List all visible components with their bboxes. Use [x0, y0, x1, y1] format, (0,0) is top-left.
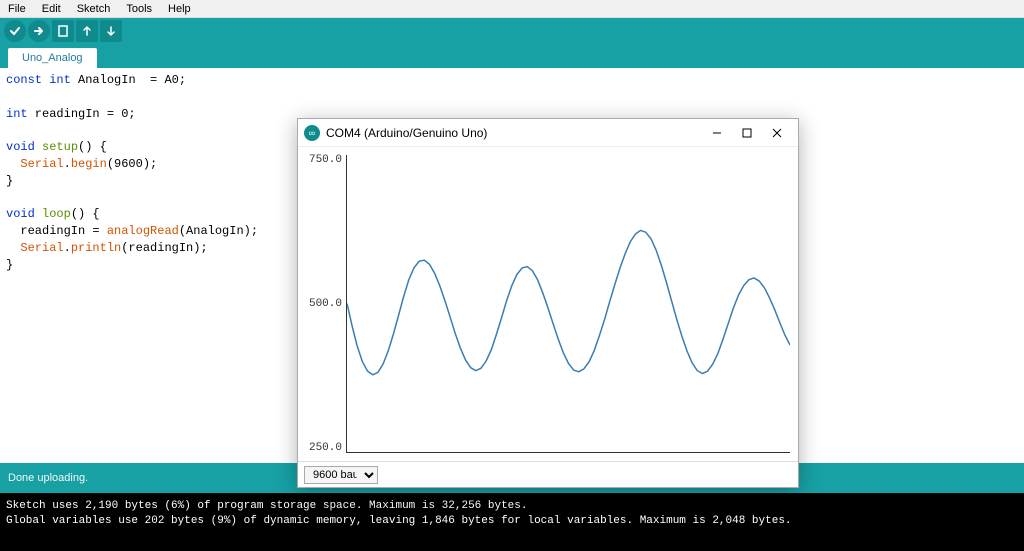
code-token: const — [6, 73, 42, 87]
y-tick-label: 750.0 — [309, 154, 342, 166]
code-token: () { — [78, 140, 107, 154]
console: Sketch uses 2,190 bytes (6%) of program … — [0, 493, 1024, 551]
arduino-icon: ∞ — [304, 125, 320, 141]
code-token: void — [6, 140, 35, 154]
plot-y-axis: 750.0 500.0 250.0 — [300, 147, 346, 461]
toolbar — [0, 18, 1024, 44]
menu-sketch[interactable]: Sketch — [73, 3, 115, 15]
code-token: void — [6, 207, 35, 221]
code-token: int — [42, 73, 71, 87]
code-token: analogRead — [107, 224, 179, 238]
code-token: readingIn = — [6, 224, 107, 238]
code-token: } — [6, 174, 13, 188]
code-token: int — [6, 107, 28, 121]
y-tick-label: 250.0 — [309, 442, 342, 454]
open-sketch-button[interactable] — [76, 20, 98, 42]
menu-file[interactable]: File — [4, 3, 30, 15]
code-token: Serial — [6, 241, 64, 255]
plot-line-chart — [347, 155, 790, 452]
code-token: } — [6, 258, 13, 272]
serial-plotter-window: ∞ COM4 (Arduino/Genuino Uno) 750.0 500.0… — [297, 118, 799, 488]
save-sketch-button[interactable] — [100, 20, 122, 42]
code-token: begin — [71, 157, 107, 171]
maximize-button[interactable] — [732, 122, 762, 144]
console-line: Sketch uses 2,190 bytes (6%) of program … — [6, 499, 1018, 514]
code-token: () { — [71, 207, 100, 221]
console-line: Global variables use 202 bytes (9%) of d… — [6, 514, 1018, 529]
code-token: (readingIn); — [121, 241, 207, 255]
code-token: readingIn = 0; — [28, 107, 136, 121]
menu-help[interactable]: Help — [164, 3, 195, 15]
upload-button[interactable] — [28, 20, 50, 42]
menubar: File Edit Sketch Tools Help — [0, 0, 1024, 18]
y-tick-label: 500.0 — [309, 298, 342, 310]
plot-canvas — [346, 155, 790, 453]
code-token: (9600); — [107, 157, 157, 171]
plotter-title: COM4 (Arduino/Genuino Uno) — [326, 126, 702, 140]
code-token: . — [64, 241, 71, 255]
baud-select[interactable]: 9600 baud — [304, 466, 378, 484]
code-token: Serial — [6, 157, 64, 171]
plot-area: 750.0 500.0 250.0 — [298, 147, 798, 461]
plotter-titlebar[interactable]: ∞ COM4 (Arduino/Genuino Uno) — [298, 119, 798, 147]
code-token: AnalogIn = A0; — [71, 73, 186, 87]
code-token: println — [71, 241, 121, 255]
new-sketch-button[interactable] — [52, 20, 74, 42]
status-text: Done uploading. — [8, 472, 88, 484]
menu-tools[interactable]: Tools — [122, 3, 156, 15]
close-button[interactable] — [762, 122, 792, 144]
tab-uno-analog[interactable]: Uno_Analog — [8, 48, 97, 68]
plot-series-line — [347, 230, 790, 374]
code-token: loop — [35, 207, 71, 221]
code-token: . — [64, 157, 71, 171]
code-token: setup — [35, 140, 78, 154]
tab-bar: Uno_Analog — [0, 44, 1024, 68]
code-token: (AnalogIn); — [179, 224, 258, 238]
plotter-footer: 9600 baud — [298, 461, 798, 487]
minimize-button[interactable] — [702, 122, 732, 144]
verify-button[interactable] — [4, 20, 26, 42]
menu-edit[interactable]: Edit — [38, 3, 65, 15]
